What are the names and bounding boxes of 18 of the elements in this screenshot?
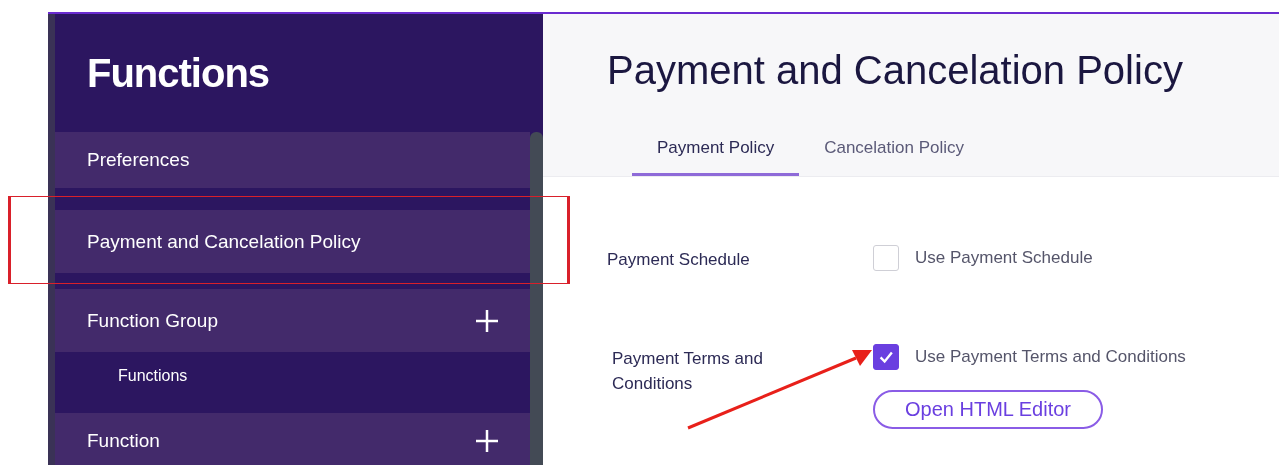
checkbox[interactable]: [873, 344, 899, 370]
plus-icon[interactable]: [476, 309, 498, 332]
field-label: Payment Terms and Conditions: [611, 348, 764, 395]
checkbox-label: Use Payment Schedule: [915, 248, 1093, 268]
sidebar-group[interactable]: Function Group: [55, 289, 530, 352]
tab[interactable]: Payment Policy: [632, 128, 800, 176]
field-label: Payment Schedule: [607, 249, 751, 271]
tab[interactable]: Cancelation Policy: [799, 128, 990, 176]
sidebar-group[interactable]: Function: [55, 413, 530, 465]
plus-icon[interactable]: [476, 430, 498, 452]
checkbox-label: Use Payment Terms and Conditions: [915, 347, 1186, 367]
scrollbar[interactable]: [530, 132, 543, 465]
sidebar-title: Functions: [87, 50, 270, 96]
sidebar-subitem[interactable]: Functions: [55, 352, 530, 399]
sidebar-item[interactable]: Payment and Cancelation Policy: [55, 210, 530, 273]
sidebar-item[interactable]: Preferences: [55, 132, 530, 188]
page-title: Payment and Cancelation Policy: [607, 47, 1184, 94]
open-editor-button[interactable]: Open HTML Editor: [873, 390, 1103, 429]
